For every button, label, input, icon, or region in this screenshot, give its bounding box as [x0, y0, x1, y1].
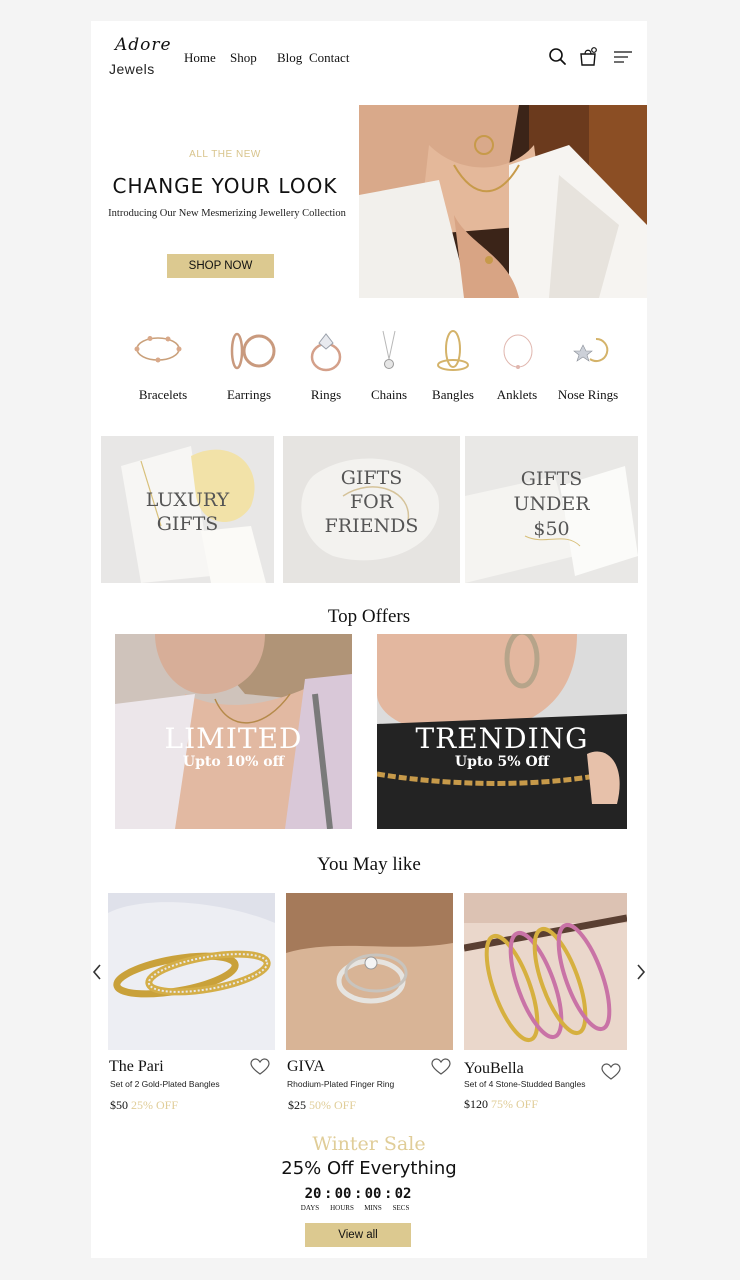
top-offers-title: Top Offers: [327, 606, 411, 627]
wishlist-heart-icon[interactable]: [601, 1063, 621, 1081]
you-may-like-title: You May like: [317, 854, 421, 875]
ring-icon[interactable]: [291, 329, 361, 373]
earrings-icon[interactable]: [214, 329, 284, 373]
gift-tile-friends-line3: FRIENDS: [324, 515, 419, 537]
product-image-stone-bangles[interactable]: [464, 893, 627, 1050]
countdown-label-mins: MINS: [364, 1204, 382, 1212]
offer-trending-subtitle: Upto 5% Off: [454, 754, 550, 770]
search-icon[interactable]: [547, 46, 569, 68]
hero-model-image: [359, 105, 647, 298]
product-name[interactable]: The Pari: [109, 1058, 164, 1076]
wishlist-heart-icon[interactable]: [250, 1058, 270, 1076]
nav-home[interactable]: Home: [184, 50, 216, 66]
countdown-days: 20: [304, 1186, 322, 1202]
carousel-prev-icon[interactable]: [91, 963, 103, 981]
countdown-mins: 00: [364, 1186, 382, 1202]
product-price-value: $50: [110, 1098, 128, 1112]
product-discount: 25% OFF: [131, 1098, 179, 1112]
menu-icon[interactable]: [612, 46, 634, 68]
category-label-bracelets[interactable]: Bracelets: [123, 387, 203, 403]
gift-tile-under-50-line1: GIFTS: [520, 468, 583, 490]
brand-logo-script[interactable]: Adore: [115, 35, 172, 55]
chain-icon[interactable]: [354, 329, 424, 373]
countdown-separator: :: [354, 1186, 363, 1202]
bangles-icon[interactable]: [418, 329, 488, 373]
wishlist-heart-icon[interactable]: [431, 1058, 451, 1076]
nose-ring-icon[interactable]: [555, 329, 625, 373]
gift-tile-luxury[interactable]: LUXURY GIFTS: [101, 436, 274, 583]
gift-tile-under-50-line2: UNDER: [513, 493, 590, 515]
bracelet-icon[interactable]: [123, 329, 193, 369]
product-name[interactable]: GIVA: [287, 1058, 325, 1076]
product-image-bangles[interactable]: [108, 893, 275, 1050]
product-price-value: $120: [464, 1097, 488, 1111]
gift-tile-friends[interactable]: GIFTS FOR FRIENDS: [283, 436, 460, 583]
product-description: Rhodium-Plated Finger Ring: [287, 1079, 395, 1089]
hero-subtitle: Introducing Our New Mesmerizing Jeweller…: [108, 208, 346, 219]
countdown-secs: 02: [394, 1186, 412, 1202]
sale-subtitle: 25% Off Everything: [281, 1158, 457, 1179]
page: Adore Jewels Home Shop Blog Contact ALL …: [91, 21, 647, 1258]
view-all-button[interactable]: View all: [305, 1223, 411, 1247]
countdown-label-hours: HOURS: [330, 1204, 354, 1212]
countdown-separator: :: [384, 1186, 393, 1202]
brand-logo-word[interactable]: Jewels: [109, 61, 155, 77]
gift-tile-under-50[interactable]: GIFTS UNDER $50: [465, 436, 638, 583]
offer-card-limited[interactable]: LIMITED Upto 10% off: [115, 634, 352, 829]
category-label-nose-rings[interactable]: Nose Rings: [548, 387, 628, 403]
product-discount: 75% OFF: [491, 1097, 539, 1111]
gift-tile-under-50-line3: $50: [533, 518, 570, 540]
category-label-earrings[interactable]: Earrings: [209, 387, 289, 403]
product-price: $50 25% OFF: [110, 1098, 178, 1113]
gift-tile-luxury-line2: GIFTS: [156, 513, 219, 535]
carousel-next-icon[interactable]: [635, 963, 647, 981]
offer-trending-title: TRENDING: [415, 722, 589, 755]
offer-card-trending[interactable]: TRENDING Upto 5% Off: [377, 634, 627, 829]
countdown-label-days: DAYS: [300, 1204, 320, 1212]
product-price: $120 75% OFF: [464, 1097, 538, 1112]
anklet-icon[interactable]: [483, 329, 553, 373]
product-price: $25 50% OFF: [288, 1098, 356, 1113]
gift-tile-luxury-line1: LUXURY: [145, 489, 230, 511]
offer-limited-title: LIMITED: [164, 722, 303, 755]
offer-limited-subtitle: Upto 10% off: [182, 754, 285, 770]
product-image-ring[interactable]: [286, 893, 453, 1050]
nav-contact[interactable]: Contact: [309, 50, 349, 66]
product-price-value: $25: [288, 1098, 306, 1112]
hero-kicker: ALL THE NEW: [189, 149, 261, 160]
product-discount: 50% OFF: [309, 1098, 357, 1112]
countdown-separator: :: [324, 1186, 333, 1202]
shop-now-button[interactable]: SHOP NOW: [167, 254, 274, 278]
cart-icon[interactable]: [577, 46, 599, 68]
countdown-hours: 00: [334, 1186, 352, 1202]
hero-title: CHANGE YOUR LOOK: [112, 174, 338, 198]
countdown-label-secs: SECS: [392, 1204, 410, 1212]
gift-tile-friends-line2: FOR: [349, 491, 394, 513]
nav-blog[interactable]: Blog: [277, 50, 302, 66]
product-description: Set of 2 Gold-Plated Bangles: [110, 1079, 220, 1089]
nav-shop[interactable]: Shop: [230, 50, 257, 66]
gift-tile-friends-line1: GIFTS: [340, 467, 403, 489]
category-label-anklets[interactable]: Anklets: [477, 387, 557, 403]
product-description: Set of 4 Stone-Studded Bangles: [464, 1079, 586, 1089]
product-name[interactable]: YouBella: [464, 1060, 524, 1078]
sale-title: Winter Sale: [312, 1133, 426, 1155]
